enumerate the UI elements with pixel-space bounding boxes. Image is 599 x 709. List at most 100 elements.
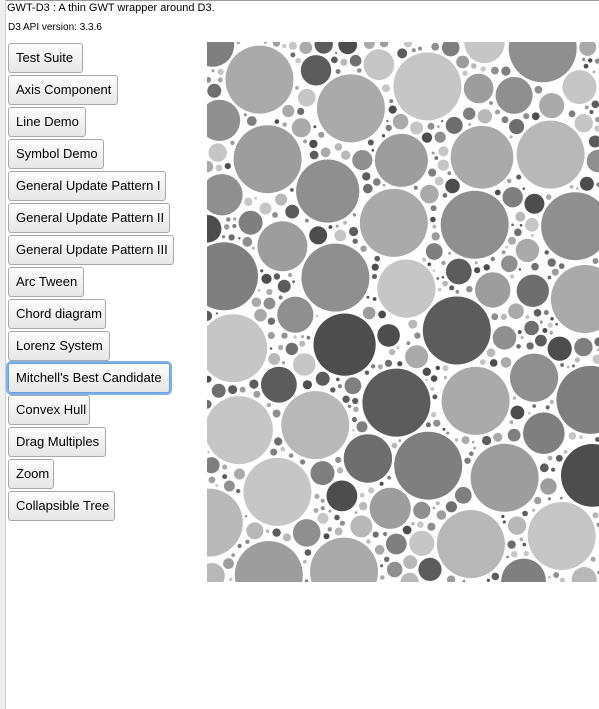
packed-circle xyxy=(566,365,570,369)
packed-circle xyxy=(292,519,321,547)
convex-hull-button[interactable]: Convex Hull xyxy=(8,395,90,425)
packed-circle xyxy=(234,541,303,582)
packed-circle xyxy=(430,375,438,382)
packed-circle xyxy=(275,193,288,206)
packed-circle xyxy=(208,143,227,162)
packed-circle xyxy=(330,387,336,393)
packed-circle xyxy=(582,57,586,62)
collapsible-tree-button[interactable]: Collapsible Tree xyxy=(8,491,115,521)
packed-circle xyxy=(463,73,494,104)
general-update-pattern-2-button[interactable]: General Update Pattern II xyxy=(8,203,170,233)
packed-circle xyxy=(509,119,525,135)
general-update-pattern-3-button[interactable]: General Update Pattern III xyxy=(8,235,174,265)
packed-circle xyxy=(523,412,565,455)
general-update-pattern-1-button[interactable]: General Update Pattern I xyxy=(8,171,166,201)
packed-circle xyxy=(228,234,235,241)
packed-circle xyxy=(450,125,514,189)
packed-circle xyxy=(245,539,250,544)
packed-circle xyxy=(430,387,435,391)
packed-circle xyxy=(386,561,403,578)
packed-circle xyxy=(508,303,524,320)
packed-circle xyxy=(516,120,585,189)
packed-circle xyxy=(246,116,257,126)
packed-circle xyxy=(501,116,509,124)
packed-circle xyxy=(543,310,549,315)
packed-circle xyxy=(480,66,486,72)
packed-circle xyxy=(384,556,390,562)
packed-circle xyxy=(422,296,491,365)
packed-circle xyxy=(392,113,409,130)
packed-circle xyxy=(299,42,313,54)
packed-circle xyxy=(207,457,220,474)
packed-circle xyxy=(320,506,325,511)
packed-circle xyxy=(349,54,362,67)
packed-circle xyxy=(594,58,599,64)
packed-circle xyxy=(584,105,589,110)
packed-circle xyxy=(335,224,339,228)
packed-circle xyxy=(334,143,343,151)
packed-circle xyxy=(339,520,345,526)
packed-circle xyxy=(323,533,330,540)
packed-circle xyxy=(215,312,219,315)
packed-circle xyxy=(515,211,526,222)
packed-circle xyxy=(548,576,551,579)
symbol-demo-button[interactable]: Symbol Demo xyxy=(8,139,104,169)
packed-circle xyxy=(274,119,280,124)
packed-circle xyxy=(430,216,436,223)
packed-circle xyxy=(491,313,499,321)
packed-circle xyxy=(435,365,440,371)
packed-circle xyxy=(594,337,599,347)
demo-canvas[interactable] xyxy=(207,42,599,582)
packed-circle xyxy=(265,529,270,533)
packed-circle xyxy=(364,370,370,375)
packed-circle xyxy=(239,386,246,393)
packed-circle xyxy=(207,375,212,383)
packed-circle xyxy=(272,212,278,218)
packed-circle xyxy=(366,295,370,299)
packed-circle xyxy=(292,280,295,284)
packed-circle xyxy=(561,444,599,507)
packed-circle xyxy=(532,404,536,408)
packed-circle xyxy=(282,104,295,118)
packed-circle xyxy=(340,58,348,66)
chord-diagram-button[interactable]: Chord diagram xyxy=(8,299,106,329)
packed-circle xyxy=(397,361,403,367)
packed-circle xyxy=(378,310,386,319)
packed-circle xyxy=(432,394,438,400)
packed-circle xyxy=(427,522,436,531)
packed-circle xyxy=(303,139,308,144)
arc-tween-button[interactable]: Arc Tween xyxy=(8,267,84,297)
axis-component-button[interactable]: Axis Component xyxy=(8,75,118,105)
packed-circle xyxy=(358,501,368,511)
packed-circle xyxy=(506,555,509,559)
packed-circle xyxy=(555,322,558,326)
packed-circle xyxy=(553,572,560,578)
packed-circle xyxy=(594,125,599,132)
packed-circle xyxy=(454,438,459,442)
packed-circle xyxy=(207,242,258,311)
packed-circle xyxy=(500,357,512,368)
packed-circle xyxy=(400,572,419,582)
zoom-button[interactable]: Zoom xyxy=(8,459,54,489)
packed-circle xyxy=(233,217,237,221)
packed-circle xyxy=(590,556,596,562)
packed-circle xyxy=(526,342,534,350)
packed-circle xyxy=(232,223,237,229)
packed-circle xyxy=(222,235,226,239)
packed-circle xyxy=(442,193,448,198)
packed-circle xyxy=(380,575,385,580)
packed-circle xyxy=(388,105,397,114)
packed-circle xyxy=(304,579,309,582)
packed-circle xyxy=(515,238,540,263)
packed-circle xyxy=(369,487,411,529)
packed-circle xyxy=(287,272,293,278)
packed-circle xyxy=(386,119,389,123)
drag-multiples-button[interactable]: Drag Multiples xyxy=(8,427,106,457)
test-suite-button[interactable]: Test Suite xyxy=(8,43,83,73)
mitchells-best-candidate-button[interactable]: Mitchell's Best Candidate xyxy=(8,363,170,393)
packed-circle xyxy=(434,156,439,160)
lorenz-system-button[interactable]: Lorenz System xyxy=(8,331,110,361)
line-demo-button[interactable]: Line Demo xyxy=(8,107,86,137)
packed-circle xyxy=(282,533,291,542)
packed-circle xyxy=(381,134,386,138)
